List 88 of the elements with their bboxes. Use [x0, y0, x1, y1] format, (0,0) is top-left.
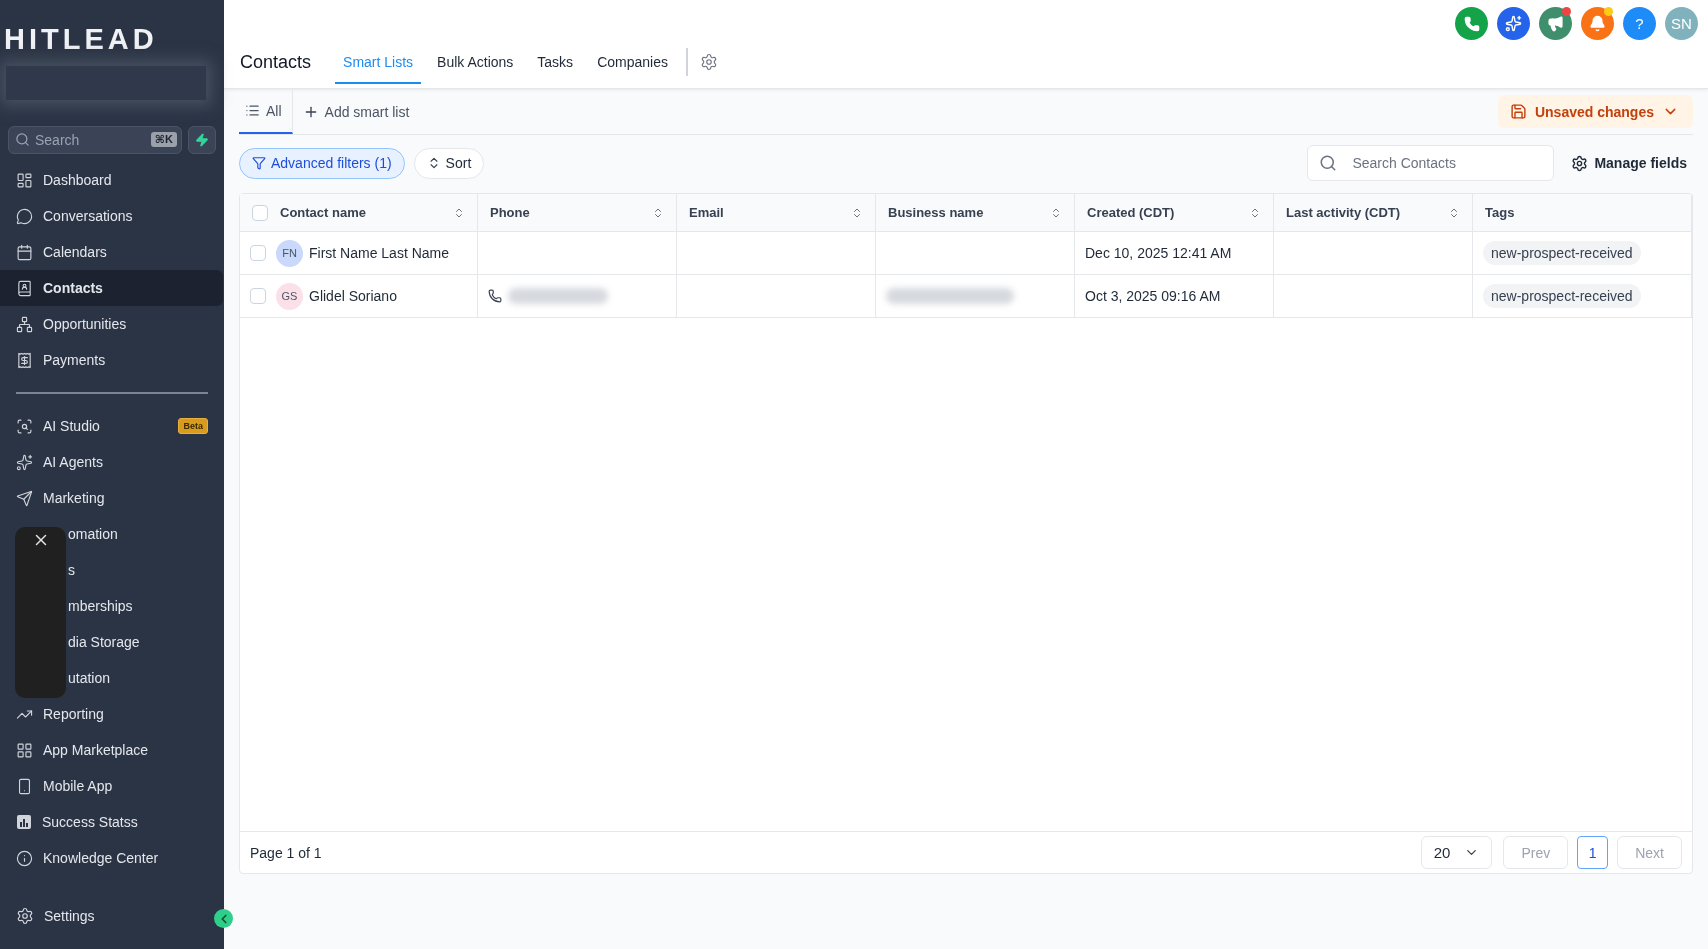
sidebar-item[interactable]: Success Statss	[0, 804, 223, 840]
column-header[interactable]: Business name	[876, 194, 1075, 232]
tag: new-prospect-received	[1483, 284, 1641, 308]
sidebar-item[interactable]: omation	[0, 516, 223, 552]
receipt-icon	[16, 351, 33, 369]
scan-icon	[16, 417, 33, 435]
bar-chart-icon	[16, 814, 32, 830]
table-cell: Dec 10, 2025 12:41 AM	[1075, 232, 1274, 275]
sidebar-item[interactable]: s	[0, 552, 223, 588]
sidebar-item[interactable]: App Marketplace	[0, 732, 223, 768]
column-header[interactable]: Created (CDT)	[1075, 194, 1274, 232]
sidebar-item[interactable]: Calendars	[0, 234, 223, 270]
page-size-select[interactable]: 20	[1420, 836, 1493, 869]
megaphone-icon	[1547, 15, 1564, 32]
info-icon	[16, 849, 33, 867]
page-button[interactable]: 1	[1577, 836, 1609, 869]
nav-tab[interactable]: Companies	[589, 40, 676, 84]
network-icon	[16, 315, 33, 333]
settings-icon	[16, 907, 34, 925]
paper-plane-icon	[16, 489, 33, 507]
sidebar-item[interactable]: utation	[0, 660, 223, 696]
funnel-icon	[252, 156, 266, 170]
sidebar-item[interactable]: AI Agents	[0, 444, 223, 480]
bell-button[interactable]	[1581, 7, 1614, 40]
table-cell: Oct 3, 2025 09:16 AM	[1075, 275, 1274, 318]
sort-button[interactable]: Sort	[413, 147, 485, 179]
column-header[interactable]: Tags	[1473, 194, 1692, 232]
select-all-checkbox[interactable]	[252, 204, 268, 221]
settings-icon	[1571, 154, 1589, 172]
row-checkbox[interactable]	[250, 288, 266, 304]
sidebar-item[interactable]: dia Storage	[0, 624, 223, 660]
filter-button[interactable]: Advanced filters (1)	[239, 147, 405, 179]
sidebar-item[interactable]: Opportunities	[0, 306, 223, 342]
grid-icon	[16, 741, 33, 759]
chat-bubble-icon	[16, 207, 33, 225]
nav-tab[interactable]: Smart Lists	[335, 40, 422, 84]
sidebar-item[interactable]: Conversations	[0, 198, 223, 234]
lightning-icon	[195, 133, 209, 147]
bell-icon	[1589, 15, 1606, 32]
sparkle-button[interactable]	[1497, 7, 1530, 40]
sidebar-item[interactable]: mberships	[0, 588, 223, 624]
sidebar-item[interactable]: AI Studio Beta	[0, 408, 223, 444]
page-title: Contacts	[240, 51, 312, 73]
contact-avatar: GS	[276, 282, 303, 310]
contact-avatar: FN	[276, 239, 303, 267]
sparkle-icon	[16, 453, 33, 471]
unsaved-changes-button[interactable]: Unsaved changes	[1497, 95, 1693, 128]
search-icon	[1319, 154, 1338, 172]
column-header[interactable]: Contact name	[240, 194, 478, 232]
column-header[interactable]: Last activity (CDT)	[1274, 194, 1473, 232]
save-icon	[1509, 103, 1527, 120]
phone-button[interactable]	[1455, 7, 1488, 40]
sidebar-item[interactable]: Contacts	[0, 270, 223, 306]
phone-device-icon	[16, 777, 33, 795]
add-smart-list-button[interactable]: Add smart list	[292, 89, 420, 134]
dashboard-icon	[16, 171, 33, 189]
contact-name[interactable]: First Name Last Name	[309, 245, 450, 261]
list-icon	[245, 103, 260, 118]
column-header[interactable]: Email	[677, 194, 876, 232]
manage-fields-button[interactable]: Manage fields	[1563, 154, 1693, 172]
quick-action-button[interactable]	[188, 126, 216, 154]
column-header[interactable]: Phone	[478, 194, 677, 232]
list-tab[interactable]: All	[239, 89, 293, 134]
sparkle-icon	[1505, 15, 1522, 32]
settings-icon	[699, 53, 718, 71]
shortcut-hint: ⌘K	[150, 132, 177, 147]
megaphone-button[interactable]	[1539, 7, 1572, 40]
page-summary: Page 1 of 1	[250, 844, 322, 861]
sidebar-item[interactable]: Dashboard	[0, 162, 223, 198]
phone-icon	[1463, 15, 1480, 32]
search-icon	[15, 132, 30, 147]
tag: new-prospect-received	[1483, 241, 1641, 265]
phone-icon	[488, 289, 502, 303]
sidebar-item[interactable]: Reporting	[0, 696, 223, 732]
nav-tab[interactable]: Bulk Actions	[429, 40, 522, 84]
contact-name[interactable]: Glidel Soriano	[309, 288, 397, 304]
nav-tab[interactable]: Tasks	[529, 40, 582, 84]
contact-book-icon	[16, 279, 33, 297]
beta-badge: Beta	[178, 418, 208, 434]
collapse-button[interactable]	[214, 909, 233, 928]
row-checkbox[interactable]	[250, 245, 266, 261]
logo: HITLEAD	[3, 22, 159, 57]
calendar-icon	[16, 243, 33, 261]
sidebar-item[interactable]: Mobile App	[0, 768, 223, 804]
sidebar-item[interactable]: Marketing	[0, 480, 223, 516]
sidebar-item[interactable]: Knowledge Center	[0, 840, 223, 876]
settings-link[interactable]: Settings	[0, 898, 194, 934]
sidebar-item[interactable]: Payments	[0, 342, 223, 378]
